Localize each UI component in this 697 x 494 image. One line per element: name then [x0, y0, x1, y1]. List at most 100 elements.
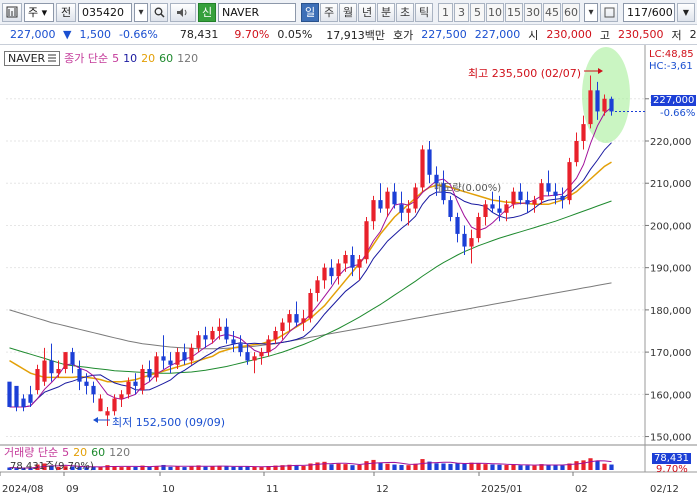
- interval-buttons: 1 3 5 10 15 30 45 60: [438, 2, 580, 22]
- candle-body: [168, 360, 173, 365]
- toolbar: 주 ▾ 전 035420 ▾ 신 NAVER 일 주 월 년 분 초 틱 1 3…: [0, 0, 697, 25]
- volume-bar: [231, 466, 236, 470]
- x-tick-label: 09: [66, 484, 79, 494]
- candle-body: [518, 191, 523, 201]
- candle-body: [462, 233, 467, 247]
- list-icon: [48, 54, 57, 62]
- high-annotation: 최고 235,500 (02/07): [468, 67, 582, 80]
- volume-bar: [385, 463, 390, 470]
- candle-body: [399, 204, 404, 213]
- turnover-rate: 0.05%: [277, 28, 313, 41]
- y-tick-label: 200,000: [650, 221, 691, 232]
- volume-bar: [133, 466, 138, 470]
- candle-body: [343, 255, 348, 264]
- volume-bar: [364, 461, 369, 470]
- candle-body: [203, 335, 208, 340]
- volume-bar: [182, 467, 187, 470]
- current-price: 227,000 ▼: [0, 28, 75, 41]
- interval-10[interactable]: 10: [486, 2, 504, 22]
- interval-30[interactable]: 30: [524, 2, 542, 22]
- change-percent: -0.66%: [118, 28, 158, 41]
- candle-body: [609, 98, 614, 112]
- candle-body: [42, 360, 47, 382]
- market-select[interactable]: 주 ▾: [24, 2, 54, 22]
- volume-bar: [357, 464, 362, 470]
- period-tab-second[interactable]: 초: [396, 2, 414, 22]
- interval-45[interactable]: 45: [543, 2, 561, 22]
- volume-bar: [371, 459, 376, 470]
- stock-label-box[interactable]: NAVER: [4, 50, 61, 66]
- candle-body: [182, 352, 187, 361]
- x-tick-label: 02/12: [650, 484, 679, 494]
- current-volume-pct: 9.70%: [656, 464, 688, 475]
- interval-15[interactable]: 15: [505, 2, 523, 22]
- open-label: 시: [528, 28, 539, 42]
- candle-body: [315, 280, 320, 293]
- chart-area[interactable]: 230,000220,000210,000200,000190,000180,0…: [0, 45, 697, 494]
- volume-bar: [518, 465, 523, 470]
- candle-body: [14, 385, 19, 407]
- candle-body: [28, 394, 33, 403]
- candle-body: [224, 326, 229, 340]
- candle-body: [133, 381, 138, 386]
- candle-body: [147, 369, 152, 378]
- volume-bar: [595, 460, 600, 470]
- period-tab-year[interactable]: 년: [358, 2, 376, 22]
- code-input[interactable]: 035420: [78, 2, 132, 22]
- volume-bar: [259, 467, 264, 470]
- period-tab-week[interactable]: 주: [320, 2, 338, 22]
- volume-bar: [336, 463, 341, 470]
- count-field[interactable]: 117/600: [623, 2, 675, 22]
- candlestick-chart[interactable]: 230,000220,000210,000200,000190,000180,0…: [0, 45, 697, 494]
- x-tick-label: 12: [376, 484, 389, 494]
- y-tick-label: 150,000: [650, 433, 691, 444]
- period-tab-month[interactable]: 월: [339, 2, 357, 22]
- volume-bar: [525, 465, 530, 470]
- ma-legend-60: 60: [159, 51, 174, 65]
- candle-body: [266, 339, 271, 353]
- interval-5[interactable]: 5: [470, 2, 485, 22]
- candle-body: [504, 204, 509, 213]
- volume-bar: [252, 466, 257, 470]
- speaker-icon[interactable]: [170, 2, 196, 22]
- volume-bar: [448, 463, 453, 470]
- candle-body: [245, 352, 250, 361]
- period-tabs: 일 주 월 년 분 초 틱: [301, 2, 433, 22]
- mid-annotation: 매도량(0.00%): [434, 183, 502, 194]
- volume-bar: [399, 464, 404, 470]
- candle-body: [476, 217, 481, 239]
- candle-body: [581, 124, 586, 141]
- volume-bar: [560, 465, 565, 470]
- volume-bar: [294, 465, 299, 470]
- volume-bar: [322, 461, 327, 470]
- settings-icon[interactable]: [600, 2, 618, 22]
- period-tab-day[interactable]: 일: [301, 2, 319, 22]
- period-tab-minute[interactable]: 분: [377, 2, 395, 22]
- candle-body: [217, 326, 222, 331]
- quote-label: 호가: [393, 28, 414, 42]
- chevron-down-icon[interactable]: ▼: [677, 2, 695, 22]
- interval-3[interactable]: 3: [454, 2, 469, 22]
- candle-body: [371, 200, 376, 222]
- interval-1[interactable]: 1: [438, 2, 453, 22]
- stock-name-field[interactable]: NAVER: [218, 2, 296, 22]
- chart-menu-icon[interactable]: [2, 2, 22, 22]
- candle-body: [329, 267, 334, 277]
- volume-bar: [210, 466, 215, 470]
- candle-body: [35, 369, 40, 391]
- current-price-value: 227,000: [10, 28, 56, 41]
- code-dropdown[interactable]: ▾: [134, 2, 148, 22]
- candle-body: [98, 398, 103, 412]
- interval-60[interactable]: 60: [562, 2, 580, 22]
- interval-dropdown[interactable]: ▾: [584, 2, 598, 22]
- candle-body: [56, 369, 61, 374]
- new-badge[interactable]: 신: [198, 2, 216, 22]
- ask-price: 227,500: [421, 28, 467, 41]
- volume-bar: [119, 467, 124, 470]
- candle-body: [420, 149, 425, 188]
- search-icon[interactable]: [150, 2, 168, 22]
- candle-body: [455, 217, 460, 234]
- chart-type-button[interactable]: 전: [56, 2, 76, 22]
- y-tick-label: 170,000: [650, 348, 691, 359]
- period-tab-tick[interactable]: 틱: [415, 2, 433, 22]
